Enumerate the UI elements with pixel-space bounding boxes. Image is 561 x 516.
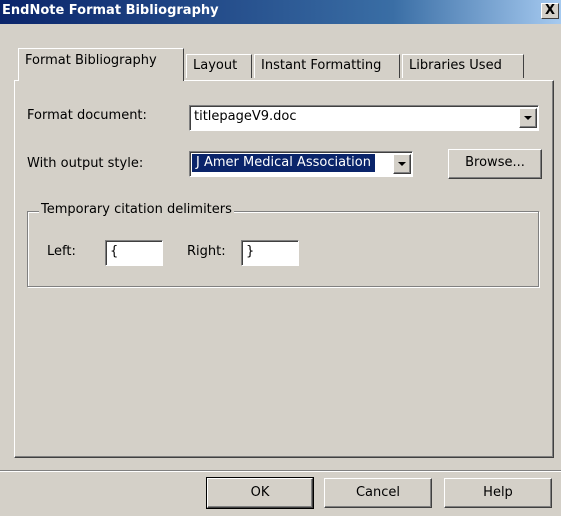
- close-button[interactable]: X: [541, 3, 559, 19]
- window-title: EndNote Format Bibliography: [2, 3, 219, 18]
- left-delimiter-value: {: [110, 244, 119, 259]
- tab-instant-formatting[interactable]: Instant Formatting: [254, 54, 400, 78]
- format-document-label: Format document:: [27, 108, 147, 123]
- output-style-select[interactable]: J Amer Medical Association: [189, 151, 413, 177]
- tab-panel-format-bibliography: Format document: titlepageV9.doc With ou…: [14, 80, 554, 458]
- tab-label: Format Bibliography: [25, 53, 157, 68]
- bottom-separator: [0, 470, 561, 472]
- title-bar[interactable]: EndNote Format Bibliography X: [0, 0, 561, 24]
- left-delimiter-label: Left:: [47, 244, 76, 259]
- output-style-dropdown-button[interactable]: [393, 154, 411, 174]
- tab-label: Layout: [193, 58, 238, 73]
- delimiters-group-title: Temporary citation delimiters: [39, 202, 234, 217]
- tab-format-bibliography[interactable]: Format Bibliography: [18, 48, 184, 81]
- tab-label: Instant Formatting: [261, 58, 382, 73]
- output-style-label: With output style:: [27, 156, 144, 171]
- output-style-value: J Amer Medical Association: [192, 154, 375, 172]
- format-document-dropdown-button[interactable]: [519, 108, 537, 128]
- format-document-select[interactable]: titlepageV9.doc: [189, 105, 539, 131]
- help-button[interactable]: Help: [444, 478, 552, 508]
- browse-button[interactable]: Browse...: [448, 149, 542, 179]
- right-delimiter-label: Right:: [187, 244, 226, 259]
- cancel-button[interactable]: Cancel: [324, 478, 432, 508]
- chevron-down-icon: [398, 162, 406, 166]
- chevron-down-icon: [524, 116, 532, 120]
- format-document-value: titlepageV9.doc: [194, 109, 297, 124]
- ok-button[interactable]: OK: [206, 477, 314, 509]
- right-delimiter-value: }: [246, 244, 255, 259]
- tab-libraries-used[interactable]: Libraries Used: [402, 54, 524, 78]
- left-delimiter-input[interactable]: {: [105, 240, 163, 266]
- close-icon: X: [544, 3, 556, 18]
- tab-layout[interactable]: Layout: [186, 54, 252, 78]
- tab-label: Libraries Used: [409, 58, 502, 73]
- right-delimiter-input[interactable]: }: [241, 240, 299, 266]
